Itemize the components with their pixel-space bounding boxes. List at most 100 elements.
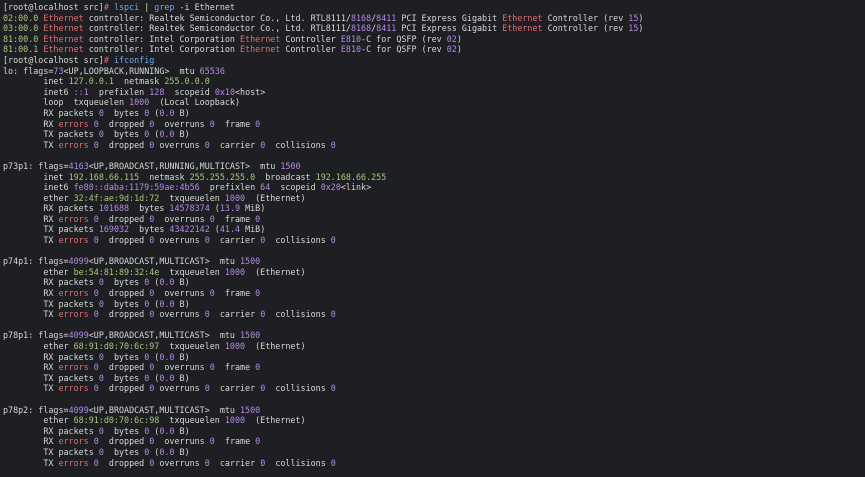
terminal-text: 0 (255, 213, 261, 224)
terminal-text: ( (149, 129, 160, 140)
terminal-text: PCI Express Gigabit (396, 23, 503, 34)
terminal-text: 0 (330, 383, 336, 394)
terminal-text: 14578374 (169, 203, 210, 214)
terminal-text: txqueuelen (159, 341, 225, 351)
terminal-text: ( (209, 203, 220, 214)
terminal-text: 128 (149, 86, 165, 97)
terminal-text: overruns (154, 118, 210, 129)
terminal-text: 255.255.255.0 (189, 171, 256, 182)
terminal-line: TX errors 0 dropped 0 overruns 0 carrier… (3, 458, 865, 469)
terminal-text: dropped (98, 288, 150, 299)
terminal-text: Controller (280, 44, 341, 55)
terminal-text: TX (3, 383, 59, 394)
terminal-window[interactable]: [root@localhost src]# lspci | grep -i Et… (0, 0, 865, 477)
terminal-text: collisions (265, 383, 331, 394)
terminal-text: <UP,BROADCAST,MULTICAST> mtu (88, 330, 240, 341)
terminal-text: TX (3, 457, 59, 468)
terminal-text: RX (3, 213, 59, 224)
terminal-text: 0 (255, 288, 261, 299)
terminal-text: RX packets (3, 351, 99, 362)
terminal-text: controller: Intel Corporation (83, 44, 240, 55)
terminal-line: RX errors 0 dropped 0 overruns 0 frame 0 (3, 362, 865, 373)
terminal-text: 0 (330, 309, 336, 320)
terminal-line: RX errors 0 dropped 0 overruns 0 frame 0 (3, 214, 865, 225)
terminal-text: dropped (98, 213, 150, 224)
terminal-text: 192.168.66.255 (315, 171, 387, 182)
terminal-text: 8168 (350, 23, 372, 34)
terminal-text: errors (58, 383, 89, 394)
terminal-text: ) (638, 23, 644, 34)
terminal-text: 64 (260, 182, 271, 193)
terminal-text: <UP,BROADCAST,RUNNING,MULTICAST> mtu (88, 160, 281, 171)
terminal-text: dropped (98, 118, 150, 129)
terminal-line: TX errors 0 dropped 0 overruns 0 carrier… (3, 309, 865, 320)
terminal-text: 0.0 (159, 425, 175, 436)
terminal-line: TX packets 0 bytes 0 (0.0 B) (3, 373, 865, 384)
terminal-text: MiB) (240, 203, 266, 214)
terminal-text: B) (174, 277, 190, 288)
terminal-text: prefixlen (88, 86, 150, 97)
terminal-text: 0.0 (159, 298, 175, 309)
terminal-text: 02 (446, 33, 457, 44)
terminal-text: inet (3, 171, 69, 182)
terminal-text: 13.9 (219, 203, 241, 214)
terminal-text: frame (214, 118, 256, 129)
terminal-text: overruns (154, 362, 210, 373)
terminal-text: | (139, 2, 155, 12)
terminal-line: [root@localhost src]# lspci | grep -i Et… (3, 2, 865, 13)
terminal-text: errors (58, 139, 89, 150)
terminal-text: 4163 (68, 160, 89, 171)
terminal-text: 0x20 (320, 182, 341, 193)
terminal-text: scopeid (270, 182, 321, 193)
terminal-text: overruns (154, 383, 205, 394)
terminal-text: 0.0 (159, 107, 175, 118)
terminal-line: p78p1: flags=4099<UP,BROADCAST,MULTICAST… (3, 330, 865, 341)
terminal-text: Ethernet (240, 44, 281, 55)
terminal-text: (Ethernet) (245, 192, 306, 203)
terminal-text: overruns (154, 309, 205, 320)
terminal-text: ( (149, 298, 160, 309)
terminal-text: RX (3, 436, 59, 447)
terminal-text: 15 (628, 23, 639, 34)
terminal-line: TX errors 0 dropped 0 overruns 0 carrier… (3, 140, 865, 151)
terminal-text: 192.168.66.115 (68, 171, 140, 182)
terminal-text: errors (58, 457, 89, 468)
terminal-text: ether (3, 341, 74, 351)
terminal-text: 1000 (224, 341, 246, 351)
terminal-text: # (103, 54, 114, 65)
terminal-text: prefixlen (199, 182, 261, 193)
terminal-line: p78p2: flags=4099<UP,BROADCAST,MULTICAST… (3, 405, 865, 416)
terminal-text: ) (456, 44, 462, 55)
terminal-text: 1500 (240, 404, 261, 415)
terminal-text: frame (214, 213, 256, 224)
terminal-text: Ethernet (43, 44, 84, 55)
terminal-line: inet 127.0.0.1 netmask 255.0.0.0 (3, 76, 865, 87)
terminal-text: carrier (209, 139, 261, 150)
terminal-text: inet6 (3, 182, 74, 193)
terminal-line: RX packets 0 bytes 0 (0.0 B) (3, 108, 865, 119)
terminal-text: 0 (330, 235, 336, 246)
terminal-text: 32:4f:ae:9d:1d:72 (73, 192, 160, 203)
terminal-text: ( (209, 224, 220, 235)
terminal-text: Controller (rev (542, 23, 629, 34)
terminal-text: dropped (98, 457, 150, 468)
terminal-text: scopeid (164, 86, 215, 97)
terminal-text: B) (174, 107, 190, 118)
terminal-line: TX packets 0 bytes 0 (0.0 B) (3, 447, 865, 458)
terminal-text: errors (58, 436, 89, 447)
terminal-text: [root@localhost src] (3, 54, 104, 65)
terminal-text: overruns (154, 213, 210, 224)
terminal-line: RX packets 0 bytes 0 (0.0 B) (3, 277, 865, 288)
terminal-text: bytes (129, 203, 170, 214)
terminal-text: ( (149, 446, 160, 457)
terminal-line: lo: flags=73<UP,LOOPBACK,RUNNING> mtu 65… (3, 66, 865, 77)
terminal-text: ether (3, 192, 74, 203)
terminal-text: 65536 (199, 65, 225, 76)
terminal-text: RX packets (3, 107, 99, 118)
terminal-line: TX errors 0 dropped 0 overruns 0 carrier… (3, 235, 865, 246)
terminal-text: 0.0 (159, 446, 175, 457)
terminal-text: <host> (234, 86, 266, 97)
terminal-text: RX (3, 362, 59, 373)
terminal-text: 02:00.0 (3, 12, 44, 23)
